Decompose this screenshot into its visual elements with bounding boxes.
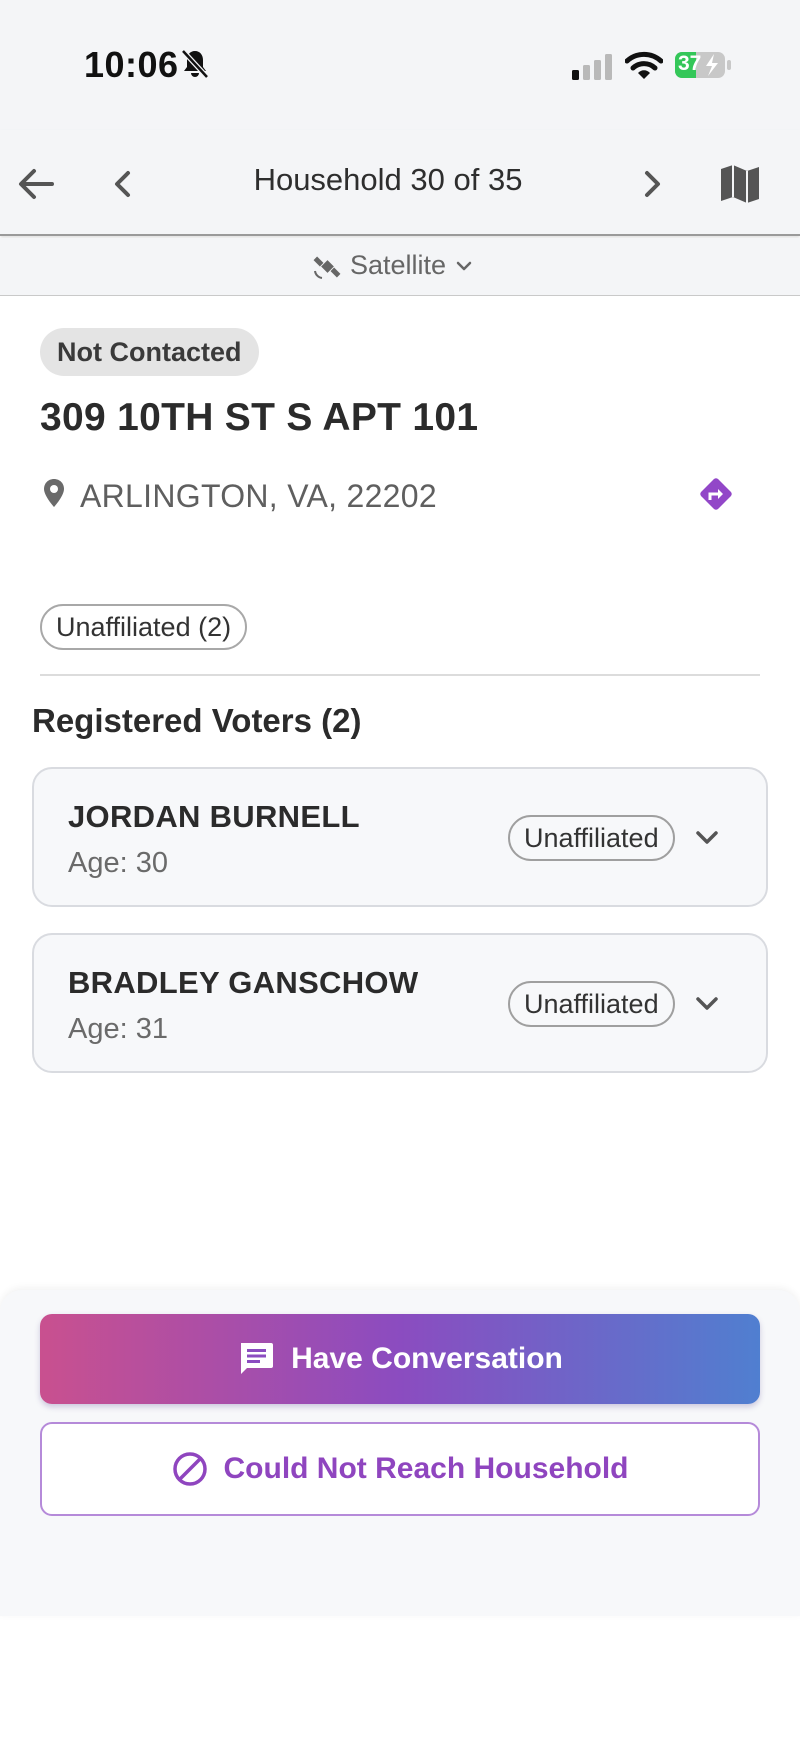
have-conversation-button[interactable]: Have Conversation: [40, 1314, 760, 1404]
chevron-down-icon[interactable]: [692, 823, 722, 853]
chevron-down-icon[interactable]: [692, 989, 722, 1019]
previous-household-button[interactable]: [95, 156, 151, 212]
chat-icon: [241, 1343, 274, 1374]
voter-party-chip: Unaffiliated: [508, 981, 675, 1027]
section-divider: [40, 674, 760, 676]
voter-age: Age: 31: [68, 1013, 168, 1045]
map-layer-bar: Satellite: [0, 238, 800, 296]
block-icon: [172, 1452, 207, 1486]
map-button[interactable]: [712, 156, 768, 212]
household-address: 309 10TH ST S APT 101: [40, 396, 479, 439]
arrow-left-icon: [19, 169, 54, 199]
directions-icon[interactable]: [696, 474, 736, 514]
contact-status-badge: Not Contacted: [40, 328, 259, 376]
bell-slash-icon: [181, 49, 209, 79]
could-not-reach-button[interactable]: Could Not Reach Household: [40, 1422, 760, 1516]
chevron-down-icon: [456, 261, 472, 270]
map-layer-label: Satellite: [350, 250, 447, 280]
household-city-line: ARLINGTON, VA, 22202: [80, 478, 437, 514]
location-pin-icon: [44, 479, 64, 507]
household-counter-title: Household 30 of 35: [253, 162, 523, 197]
household-party-chip: Unaffiliated (2): [40, 604, 248, 650]
voter-name: BRADLEY GANSCHOW: [68, 965, 419, 1000]
chevron-left-icon: [115, 171, 130, 197]
next-household-button[interactable]: [624, 156, 680, 212]
back-button[interactable]: [8, 156, 64, 212]
cellular-signal-icon: [572, 54, 612, 80]
chevron-right-icon: [645, 171, 660, 197]
status-bar: 10:06 37: [0, 0, 800, 130]
wifi-icon: [625, 51, 663, 79]
registered-voters-title: Registered Voters (2): [32, 702, 362, 739]
map-icon: [721, 165, 759, 203]
map-layer-toggle[interactable]: Satellite: [312, 250, 474, 281]
could-not-reach-label: Could Not Reach Household: [223, 1452, 629, 1485]
action-sheet: Have Conversation Could Not Reach Househ…: [0, 1290, 800, 1616]
voter-card[interactable]: JORDAN BURNELL Age: 30 Unaffiliated: [32, 767, 768, 907]
battery-level: 37: [678, 52, 702, 75]
voter-name: JORDAN BURNELL: [68, 799, 360, 834]
top-nav-bar: Household 30 of 35: [0, 130, 800, 236]
voter-party-chip: Unaffiliated: [508, 815, 675, 861]
voter-age: Age: 30: [68, 847, 168, 879]
have-conversation-label: Have Conversation: [291, 1342, 563, 1375]
status-time: 10:06: [84, 44, 179, 85]
satellite-icon: [313, 256, 341, 279]
voter-card[interactable]: BRADLEY GANSCHOW Age: 31 Unaffiliated: [32, 933, 768, 1073]
